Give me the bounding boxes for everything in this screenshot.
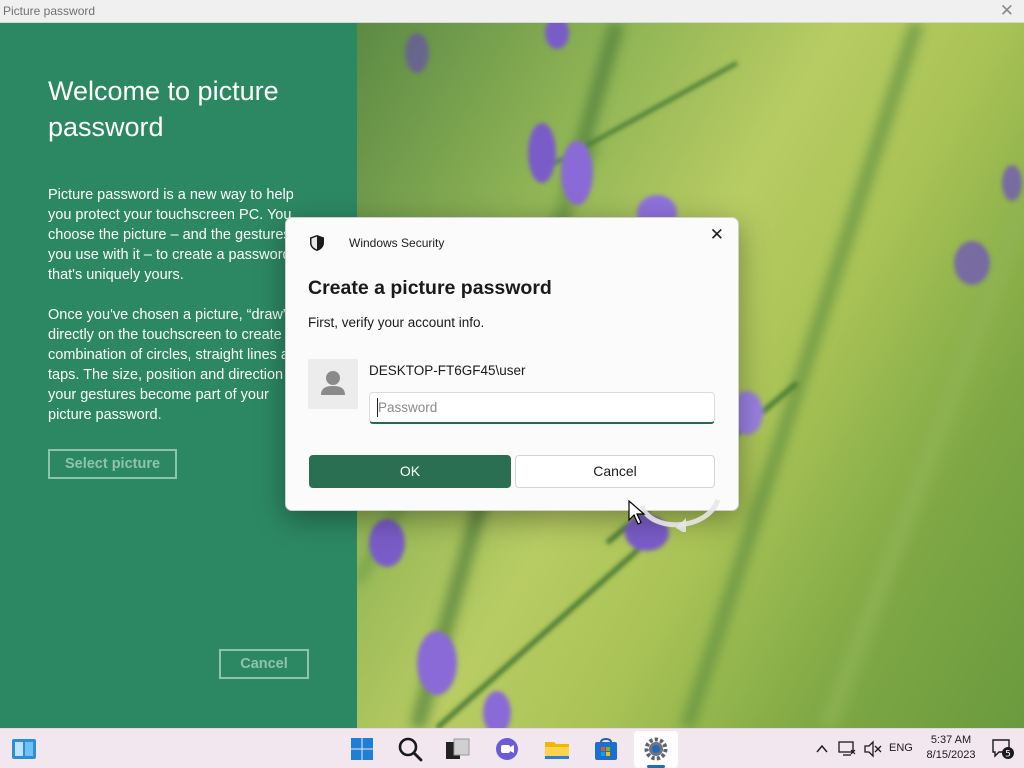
clock-date: 8/15/2023 xyxy=(926,749,976,761)
shield-icon xyxy=(310,235,324,251)
windows-security-dialog: Windows Security ✕ Create a picture pass… xyxy=(285,217,739,511)
chevron-up-icon[interactable] xyxy=(813,740,831,758)
ok-button[interactable]: OK xyxy=(309,455,511,488)
language-indicator[interactable]: ENG xyxy=(889,742,913,754)
dialog-close-icon[interactable]: ✕ xyxy=(710,225,724,245)
close-icon[interactable]: ✕ xyxy=(1000,1,1014,21)
network-icon[interactable] xyxy=(837,739,857,759)
widgets-icon[interactable] xyxy=(11,736,37,762)
clock[interactable]: 5:37 AM 8/15/2023 xyxy=(922,733,980,763)
page-title: Welcome to picture password xyxy=(48,76,279,142)
avatar xyxy=(308,359,358,409)
search-icon[interactable] xyxy=(397,736,423,762)
start-icon[interactable] xyxy=(349,736,375,762)
store-icon[interactable] xyxy=(593,736,619,762)
gesture-circle xyxy=(639,498,721,532)
user-icon xyxy=(321,371,345,395)
password-input[interactable] xyxy=(369,392,715,424)
task-view-icon[interactable] xyxy=(445,736,471,762)
account-name: DESKTOP-FT6GF45\user xyxy=(369,363,526,378)
settings-icon[interactable] xyxy=(643,736,669,762)
file-explorer-icon[interactable] xyxy=(544,736,570,762)
mouse-cursor-icon xyxy=(628,500,646,525)
chat-icon[interactable] xyxy=(494,736,520,762)
text-caret xyxy=(377,398,378,417)
window-title: Picture password xyxy=(3,4,96,18)
notification-icon[interactable]: 5 xyxy=(991,738,1015,760)
volume-muted-icon[interactable] xyxy=(863,739,883,759)
dialog-caption: Windows Security xyxy=(349,236,445,250)
dialog-subtitle: First, verify your account info. xyxy=(308,315,485,330)
select-picture-button[interactable]: Select picture xyxy=(48,449,177,479)
clock-time: 5:37 AM xyxy=(930,734,972,746)
panel-cancel-button[interactable]: Cancel xyxy=(219,649,309,679)
dialog-title: Create a picture password xyxy=(308,277,552,299)
title-bar: Picture password ✕ xyxy=(0,0,1024,23)
notification-count: 5 xyxy=(1005,750,1011,760)
taskbar: ENG 5:37 AM 8/15/2023 5 xyxy=(0,728,1024,768)
